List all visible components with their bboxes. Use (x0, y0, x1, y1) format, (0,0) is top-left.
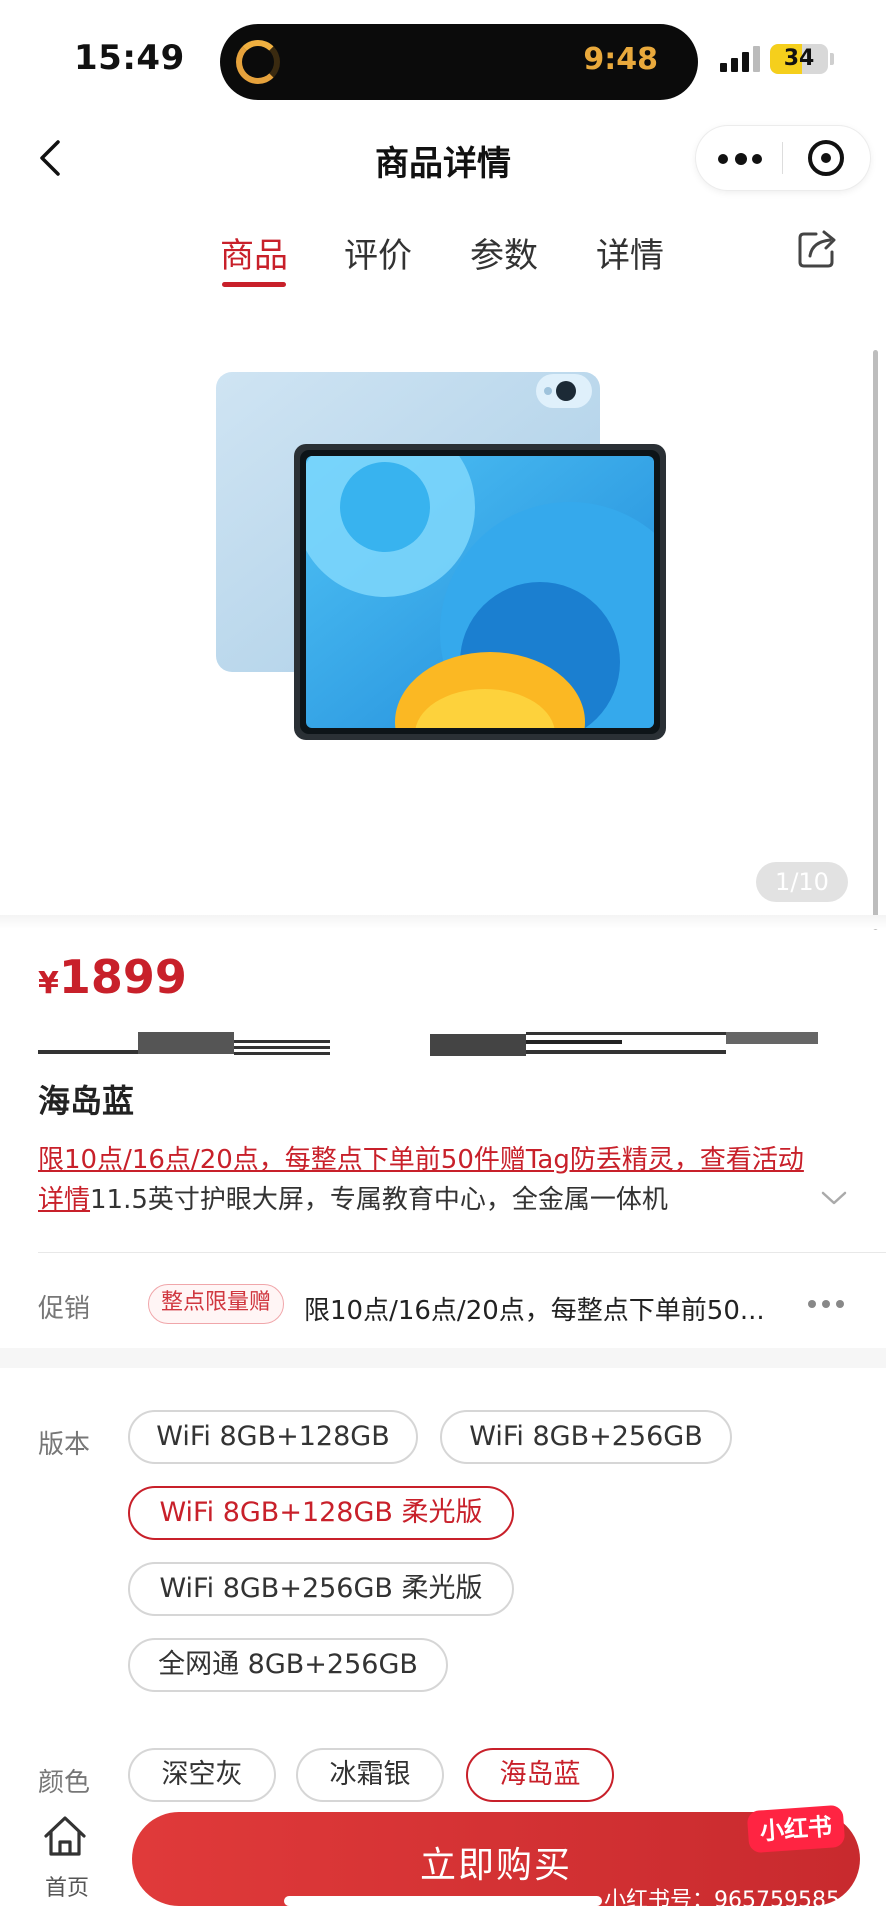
color-option[interactable]: 冰霜银 (296, 1748, 444, 1802)
redacted-product-title (38, 1032, 818, 1056)
xiaohongshu-watermark-logo: 小红书 (746, 1804, 846, 1854)
promo-tag: 整点限量赠 (148, 1284, 285, 1324)
home-indicator (284, 1896, 602, 1906)
battery-level: 34 (783, 46, 815, 71)
gallery-counter: 1/10 (756, 862, 848, 902)
more-menu-icon[interactable] (718, 153, 762, 165)
tab-product[interactable]: 商品 (220, 228, 288, 277)
version-option-selected[interactable]: WiFi 8GB+128GB 柔光版 (128, 1486, 514, 1540)
section-shadow (0, 915, 886, 929)
cellular-signal-icon (720, 46, 762, 72)
tab-specs[interactable]: 参数 (470, 228, 538, 277)
timer-ring-icon (236, 40, 280, 84)
active-tab-indicator (222, 282, 286, 287)
share-icon[interactable] (796, 226, 840, 270)
page-scrollbar[interactable] (873, 350, 878, 930)
tab-reviews[interactable]: 评价 (344, 228, 412, 277)
tab-details[interactable]: 详情 (596, 228, 664, 277)
home-tab-label[interactable]: 首页 (42, 1870, 92, 1902)
price-currency: ¥ (38, 966, 59, 1001)
capsule-divider (782, 142, 783, 174)
product-image-tablet[interactable] (210, 362, 680, 742)
color-option-selected[interactable]: 海岛蓝 (466, 1748, 614, 1802)
version-option[interactable]: 全网通 8GB+256GB (128, 1638, 448, 1692)
promo-more-icon[interactable] (808, 1300, 848, 1310)
battery-icon: 34 (770, 44, 828, 74)
home-icon[interactable] (42, 1814, 88, 1858)
price-amount: 1899 (58, 950, 187, 1004)
chevron-down-icon[interactable] (820, 1188, 848, 1208)
selected-color-name: 海岛蓝 (38, 1082, 135, 1120)
close-target-icon[interactable] (808, 140, 844, 176)
battery-nub (830, 53, 834, 65)
product-description: 限10点/16点/20点，每整点下单前50件赠Tag防丢精灵，查看活动详情11.… (38, 1140, 818, 1220)
divider (38, 1252, 886, 1253)
color-label: 颜色 (38, 1768, 91, 1798)
version-option[interactable]: WiFi 8GB+128GB (128, 1410, 418, 1464)
island-timer-text: 9:48 (583, 42, 658, 77)
price: ¥1899 (38, 950, 187, 1004)
promo-text[interactable]: 限10点/16点/20点，每整点下单前50... (304, 1290, 765, 1327)
xiaohongshu-watermark-id: 小红书号：965759585 (604, 1888, 840, 1913)
mini-program-capsule (696, 126, 870, 190)
dynamic-island: 9:48 (220, 24, 698, 100)
version-option[interactable]: WiFi 8GB+256GB 柔光版 (128, 1562, 514, 1616)
section-separator (0, 1348, 886, 1368)
version-label: 版本 (38, 1430, 91, 1460)
color-option[interactable]: 深空灰 (128, 1748, 276, 1802)
status-time: 15:49 (74, 38, 185, 78)
version-option[interactable]: WiFi 8GB+256GB (440, 1410, 732, 1464)
product-selling-points: 11.5英寸护眼大屏，专属教育中心，全金属一体机 (90, 1185, 668, 1215)
promo-label: 促销 (38, 1294, 91, 1324)
